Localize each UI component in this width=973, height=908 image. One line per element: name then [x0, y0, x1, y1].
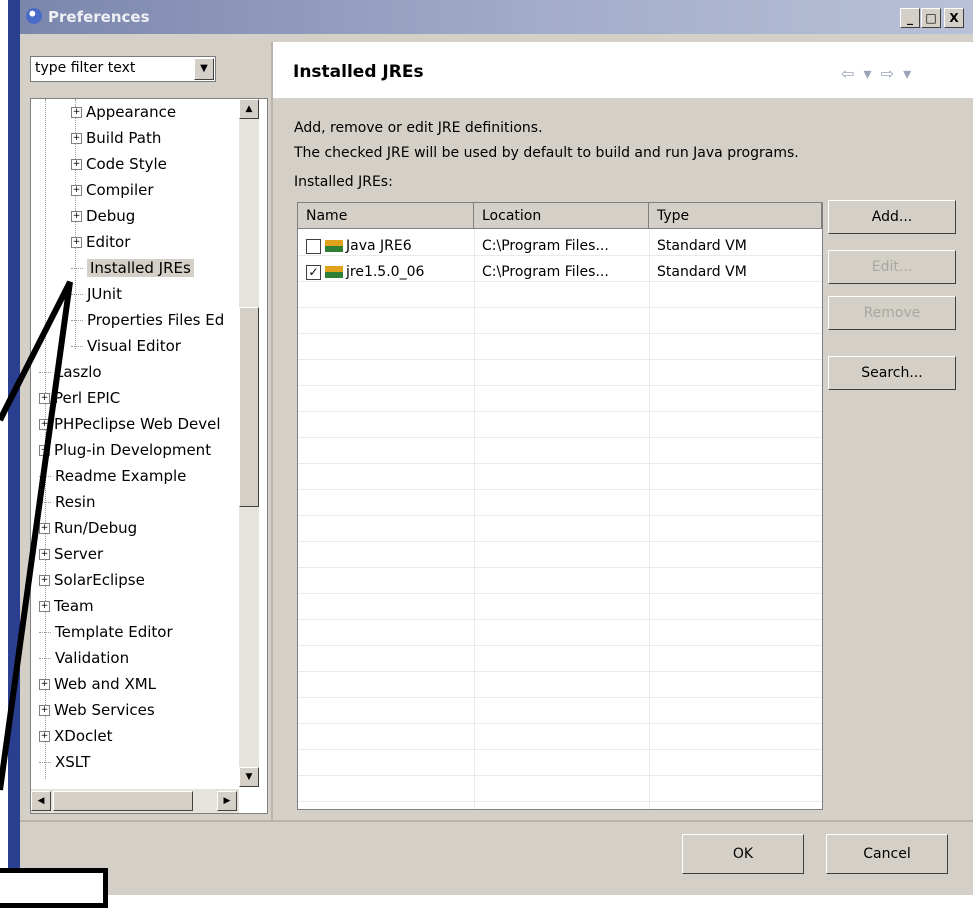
callout-outline — [0, 280, 73, 791]
callout-box — [0, 868, 108, 908]
callout-stub — [0, 378, 23, 422]
callout-arrow — [0, 280, 73, 791]
